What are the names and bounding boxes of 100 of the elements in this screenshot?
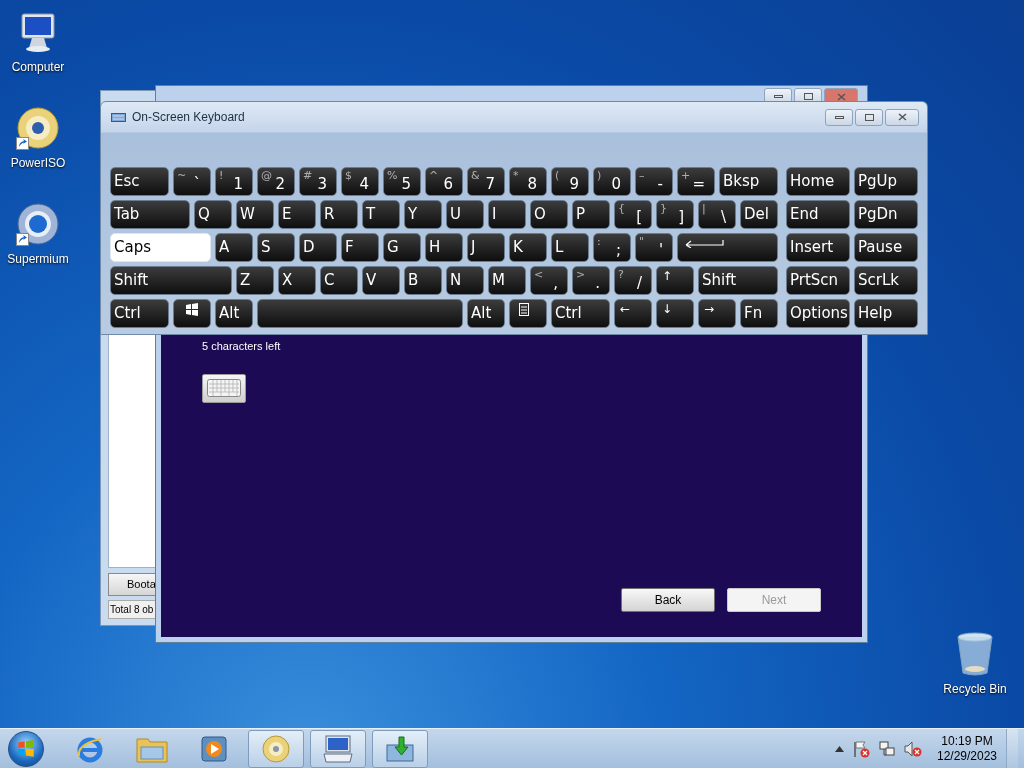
keyboard-key[interactable]: & 7 xyxy=(467,167,505,196)
desktop-icon[interactable]: Recycle Bin xyxy=(937,630,1013,698)
keyboard-key[interactable]: ) 0 xyxy=(593,167,631,196)
keyboard-key[interactable]: D xyxy=(299,233,337,262)
keyboard-key[interactable]: Caps xyxy=(110,233,211,262)
keyboard-key[interactable]: ↑ xyxy=(656,266,694,295)
keyboard-key[interactable]: Alt xyxy=(215,299,253,328)
close-button[interactable] xyxy=(885,108,919,126)
keyboard-key[interactable]: PgDn xyxy=(854,200,918,229)
wizard-button[interactable]: Back xyxy=(621,588,715,612)
keyboard-key[interactable]: ? / xyxy=(614,266,652,295)
keyboard-button[interactable] xyxy=(202,373,246,403)
keyboard-key[interactable]: # 3 xyxy=(299,167,337,196)
keyboard-key[interactable]: V xyxy=(362,266,400,295)
maximize-button[interactable] xyxy=(855,108,883,126)
keyboard-key[interactable]: P xyxy=(572,200,610,229)
disc-icon xyxy=(16,106,60,150)
keyboard-key[interactable]: H xyxy=(425,233,463,262)
keyboard-key[interactable]: End xyxy=(786,200,850,229)
keyboard-key[interactable]: ← xyxy=(614,299,652,328)
keyboard-key[interactable]: Insert xyxy=(786,233,850,262)
keyboard-key[interactable]: ^ 6 xyxy=(425,167,463,196)
keyboard-key[interactable]: PrtScn xyxy=(786,266,850,295)
desktop-icon[interactable]: Computer xyxy=(0,8,76,76)
keyboard-key[interactable]: > . xyxy=(572,266,610,295)
keyboard-key[interactable] xyxy=(677,233,778,262)
keyboard-key[interactable]: Options xyxy=(786,299,850,328)
keyboard-key[interactable]: ScrLk xyxy=(854,266,918,295)
keyboard-key[interactable]: – - xyxy=(635,167,673,196)
keyboard-key[interactable]: ! 1 xyxy=(215,167,253,196)
keyboard-key[interactable]: R xyxy=(320,200,358,229)
keyboard-key[interactable]: PgUp xyxy=(854,167,918,196)
taskbar-button[interactable] xyxy=(310,729,366,768)
space-bar[interactable] xyxy=(257,299,463,328)
keyboard-key[interactable]: L xyxy=(551,233,589,262)
keyboard-key[interactable]: } ] xyxy=(656,200,694,229)
keyboard-key[interactable]: A xyxy=(215,233,253,262)
keyboard-key[interactable]: Fn xyxy=(740,299,778,328)
keyboard-key[interactable]: Tab xyxy=(110,200,190,229)
keyboard-key[interactable]: Alt xyxy=(467,299,505,328)
start-button[interactable] xyxy=(8,730,44,767)
keyboard-key[interactable]: Shift xyxy=(698,266,778,295)
keyboard-key[interactable]: J xyxy=(467,233,505,262)
keyboard-key[interactable]: G xyxy=(383,233,421,262)
keyboard-key[interactable]: += xyxy=(677,167,715,196)
keyboard-key[interactable]: N xyxy=(446,266,484,295)
keyboard-key[interactable]: | \ xyxy=(698,200,736,229)
keyboard-key[interactable]: " ' xyxy=(635,233,673,262)
flag-error-icon[interactable] xyxy=(852,739,870,758)
keyboard-key[interactable]: Esc xyxy=(110,167,169,196)
taskbar-button[interactable] xyxy=(372,729,428,768)
keyboard-icon xyxy=(207,379,241,397)
keyboard-key[interactable]: % 5 xyxy=(383,167,421,196)
keyboard-key[interactable]: @ 2 xyxy=(257,167,295,196)
keyboard-key[interactable]: Ctrl xyxy=(110,299,169,328)
keyboard-key[interactable]: { [ xyxy=(614,200,652,229)
keyboard-key[interactable]: Q xyxy=(194,200,232,229)
keyboard-key[interactable]: Y xyxy=(404,200,442,229)
keyboard-key[interactable]: Home xyxy=(786,167,850,196)
keyboard-key[interactable]: ↓ xyxy=(656,299,694,328)
clock[interactable]: 10:19 PM 12/29/2023 xyxy=(936,733,998,764)
keyboard-key[interactable]: Shift xyxy=(110,266,232,295)
keyboard-key[interactable]: S xyxy=(257,233,295,262)
keyboard-key[interactable]: K xyxy=(509,233,547,262)
keyboard-key[interactable]: W xyxy=(236,200,274,229)
keyboard-key[interactable]: O xyxy=(530,200,568,229)
keyboard-key[interactable]: < , xyxy=(530,266,568,295)
keyboard-key[interactable]: $ 4 xyxy=(341,167,379,196)
keyboard-key[interactable]: → xyxy=(698,299,736,328)
keyboard-key[interactable]: U xyxy=(446,200,484,229)
keyboard-key[interactable]: ~ ` xyxy=(173,167,211,196)
keyboard-key[interactable]: * 8 xyxy=(509,167,547,196)
keyboard-key[interactable]: F xyxy=(341,233,379,262)
clock-date: 12/29/2023 xyxy=(936,748,998,764)
chevron-up-icon[interactable] xyxy=(835,745,844,752)
keyboard-key[interactable]: ( 9 xyxy=(551,167,589,196)
minimize-button[interactable] xyxy=(825,108,853,126)
keyboard-key[interactable]: E xyxy=(278,200,316,229)
keyboard-key[interactable]: T xyxy=(362,200,400,229)
keyboard-key[interactable]: Z xyxy=(236,266,274,295)
keyboard-key[interactable]: Bksp xyxy=(719,167,778,196)
keyboard-key[interactable]: C xyxy=(320,266,358,295)
desktop-icon[interactable]: PowerISO xyxy=(0,104,76,172)
speaker-muted-icon[interactable] xyxy=(904,739,922,758)
keyboard-key[interactable]: : ; xyxy=(593,233,631,262)
keyboard-key[interactable]: Ctrl xyxy=(551,299,610,328)
keyboard-key[interactable]: Help xyxy=(854,299,918,328)
keyboard-key[interactable] xyxy=(173,299,211,328)
keyboard-key[interactable]: Del xyxy=(740,200,778,229)
desktop-icon-label: Supermium xyxy=(7,251,69,268)
toolbar-button[interactable]: Boota xyxy=(108,573,158,596)
desktop-icon-label: Recycle Bin xyxy=(943,681,1007,698)
keyboard-key[interactable]: Pause xyxy=(854,233,918,262)
desktop-icon[interactable]: Supermium xyxy=(0,200,76,268)
keyboard-key[interactable]: X xyxy=(278,266,316,295)
keyboard-key[interactable]: I xyxy=(488,200,526,229)
keyboard-key[interactable]: M xyxy=(488,266,526,295)
keyboard-key[interactable] xyxy=(509,299,547,328)
keyboard-key[interactable]: B xyxy=(404,266,442,295)
network-icon[interactable] xyxy=(878,739,896,758)
